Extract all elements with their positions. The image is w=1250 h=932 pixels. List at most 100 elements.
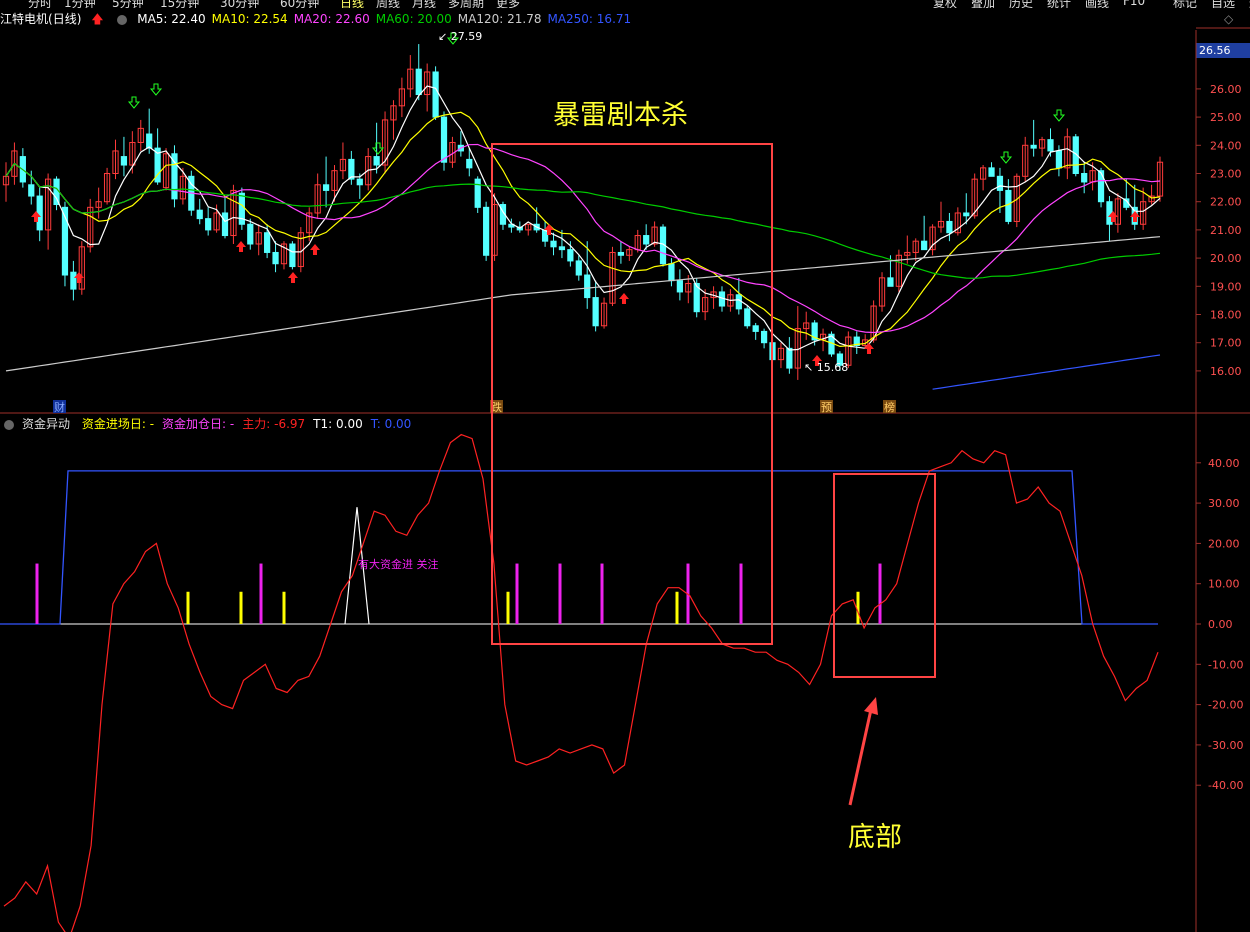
candle-body [264,232,271,253]
buy-arrow-icon [236,241,246,252]
price-tick-label: 22.00 [1210,196,1242,209]
price-tick-label: 21.00 [1210,224,1242,237]
price-tick-label: 25.00 [1210,111,1242,124]
candle-body [28,184,35,197]
candle-body [752,325,759,332]
candle-body [550,240,557,248]
candle-body [146,133,153,149]
candle-body [744,308,751,327]
indicator-tick-label: 40.00 [1208,457,1240,470]
candle-body [356,178,363,186]
arrow-up-icon [619,293,629,304]
candle-body [247,223,254,245]
event-marker-label: 预 [821,401,832,414]
candle-body [996,175,1004,191]
ma10-line [5,111,1161,348]
candle-body [221,212,229,237]
event-marker-label: 财 [54,400,65,414]
buy-arrow-icon [619,293,629,304]
candle-body [53,178,60,206]
candle-body [1055,150,1063,169]
candle-body [1030,144,1037,149]
buy-arrow-icon [288,272,298,283]
signal-text: 有大资金进 关注 [358,557,439,571]
candle-body [575,260,582,276]
price-tick-label: 16.00 [1210,365,1242,378]
candle-body [1005,189,1012,222]
candle-body [415,68,422,96]
candle-body [432,71,439,118]
pointer-arrow-head [864,697,878,715]
sell-arrow-icon [1052,109,1066,122]
candle-body [786,347,793,369]
arrow-down-icon [999,151,1013,164]
indicator-tick-label: -40.00 [1208,779,1243,792]
candle-body [196,209,203,220]
arrow-down-icon [371,142,385,155]
candle-body [466,158,473,169]
ma120-line [5,236,1161,372]
candle-body [921,240,928,251]
candle-body [322,184,330,191]
candle-body [272,251,279,265]
indicator-tick-label: 20.00 [1208,537,1240,550]
low-price-label: ↖ 15.68 [804,361,848,374]
indicator-tick-label: 10.00 [1208,578,1240,591]
candle-body [120,156,128,166]
candle-body [760,330,768,344]
main-annotation: 暴雷剧本杀 [553,100,688,131]
event-marker-label: 榜 [884,400,895,414]
candle-body [584,274,591,299]
indicator-tick-label: 30.00 [1208,497,1240,510]
bottom-label: 底部 [848,822,902,853]
candle-body [668,263,675,282]
candle-body [483,206,490,256]
candle-body [1047,139,1054,152]
price-tick-label: 20.00 [1210,252,1242,265]
candle-body [735,294,742,310]
arrow-up-icon [236,241,246,252]
candle-body [70,271,77,290]
candle-body [567,249,574,262]
price-tick-label: 26.00 [1210,83,1242,96]
candle-body [558,246,566,251]
sell-arrow-icon [371,142,385,155]
candle-body [289,243,296,268]
price-tick-label: 23.00 [1210,168,1242,181]
arrow-down-icon [1052,109,1066,122]
candle-body [440,116,448,163]
highlight-box-bottom [833,473,936,678]
buy-arrow-icon [1130,211,1140,222]
candle-body [474,178,481,208]
ma20-line [5,143,1161,334]
price-tick-label: 24.00 [1210,139,1242,152]
buy-arrow-icon [310,244,320,255]
candle-body [36,195,43,231]
arrow-up-icon [288,272,298,283]
candle-body [887,277,894,287]
indicator-tick-label: -10.00 [1208,658,1243,671]
candle-body [373,156,380,166]
chart-canvas: 16.00 17.00 18.00 19.00 20.00 21.00 22.00 23.00… [0,27,1250,932]
candle-body [617,251,625,256]
candle-body [988,167,995,177]
price-tick-label: 17.00 [1210,337,1242,350]
indicator-tick-label: 0.00 [1208,618,1233,631]
price-tick-label: 19.00 [1210,280,1242,293]
candle-body [676,280,683,293]
main-force-line [3,433,1159,932]
candle-body [946,220,953,234]
arrow-up-icon [1130,211,1140,222]
candle-body [348,158,355,180]
candle-body [1081,173,1088,183]
candle-body [205,218,212,231]
indicator-tick-label: -30.00 [1208,739,1243,752]
candle-body [592,297,599,327]
price-tick-label: 18.00 [1210,309,1242,322]
pointer-arrow [848,704,874,806]
candle-body [963,212,970,217]
t-line [0,470,1158,625]
indicator-tick-label: -20.00 [1208,699,1243,712]
arrow-down-icon [127,96,141,109]
arrow-up-icon [310,244,320,255]
